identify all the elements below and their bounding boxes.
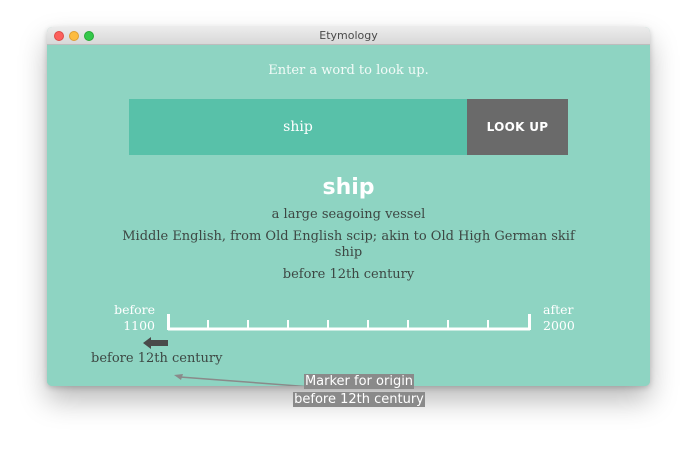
result-definition: a large seagoing vessel	[271, 207, 426, 222]
window-title: Etymology	[319, 29, 378, 42]
timeline-start-label-top: before	[114, 302, 155, 317]
app-window: Etymology Enter a word to look up. LOOK …	[47, 27, 650, 386]
timeline-ruler	[167, 314, 531, 331]
word-search-input[interactable]	[129, 99, 467, 155]
result-etymology-continued: ship	[334, 245, 363, 260]
result-first-known-use: before 12th century	[282, 267, 415, 282]
search-prompt: Enter a word to look up.	[268, 63, 429, 78]
accessibility-tooltip: Marker for origin before 12th century	[284, 373, 434, 409]
result-word: ship	[322, 175, 375, 200]
timeline-start-label: before 1100	[99, 302, 155, 334]
look-up-button[interactable]: LOOK UP	[467, 99, 568, 155]
timeline-end-label-bottom: 2000	[543, 318, 575, 333]
tooltip-line-1: Marker for origin	[303, 374, 415, 389]
tooltip-line-2: before 12th century	[293, 392, 425, 407]
origin-marker-label: before 12th century	[91, 351, 223, 366]
origin-marker-arrow-icon[interactable]	[143, 337, 169, 349]
main-content: Enter a word to look up. LOOK UP ship a …	[47, 45, 650, 386]
timeline-end-label: after 2000	[543, 302, 603, 334]
title-bar: Etymology	[47, 27, 650, 45]
timeline-start-label-bottom: 1100	[123, 318, 155, 333]
timeline-end-label-top: after	[543, 302, 574, 317]
result-etymology: Middle English, from Old English scip; a…	[122, 229, 575, 244]
